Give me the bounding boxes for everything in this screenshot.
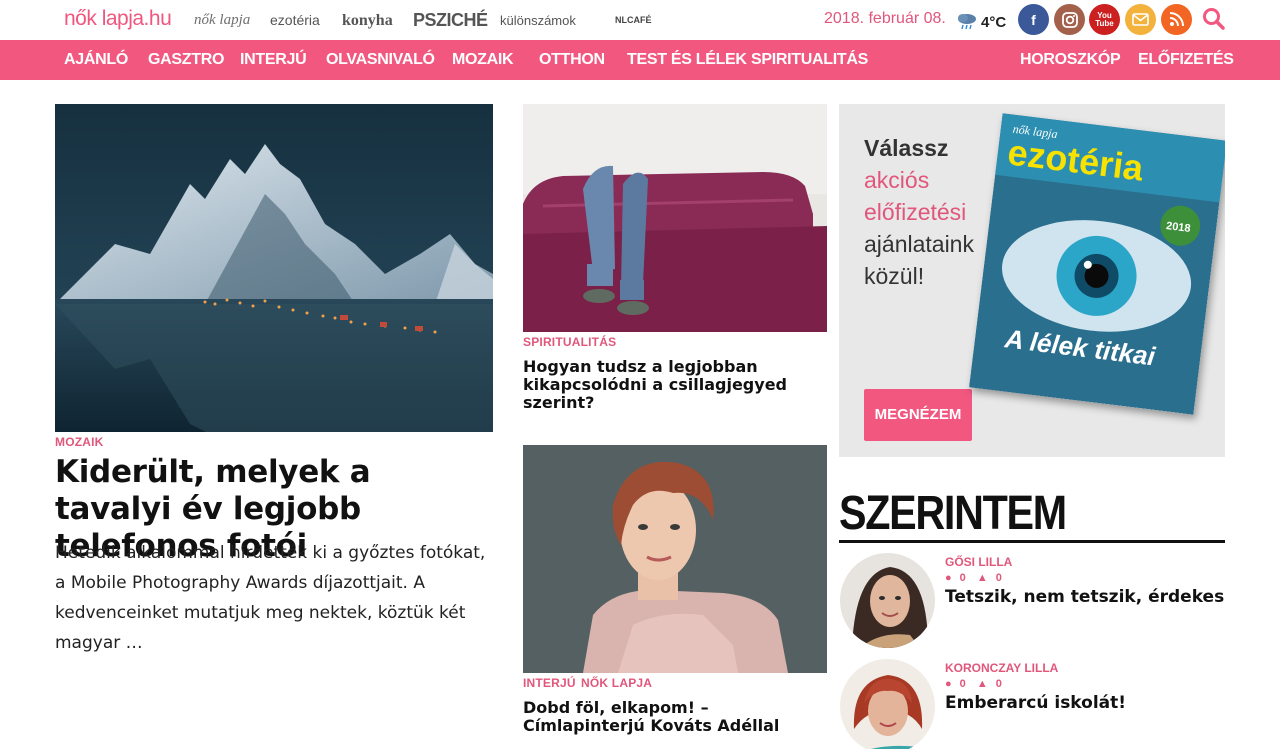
article-title[interactable]: Hogyan tudsz a legjobban kikapcsolódni a… — [523, 358, 823, 412]
opinion-title[interactable]: Tetszik, nem tetszik, érdekes — [945, 587, 1224, 607]
comment-count: 0 — [959, 572, 966, 584]
brand-link-nlcafe[interactable]: NLCAFÉ — [615, 15, 652, 25]
nav-item-gasztro[interactable]: GASZTRO — [148, 40, 224, 80]
instagram-icon[interactable] — [1054, 4, 1085, 35]
brand-link-konyha[interactable]: konyha — [342, 12, 393, 30]
article-category[interactable]: SPIRITUALITÁS — [523, 335, 616, 349]
article-title[interactable]: Dobd föl, elkapom! – Címlapinterjú Kovát… — [523, 699, 823, 735]
nav-item-ajanlo[interactable]: AJÁNLÓ — [64, 40, 128, 80]
brand-link-psziche[interactable]: PSZICHÉ — [413, 10, 488, 31]
article-category[interactable]: INTERJÚ — [523, 676, 576, 690]
magazine-cover-image: nők lapja ezotéria A lélek titkai 2018 — [969, 113, 1225, 415]
brand-link-ezoteria[interactable]: ezotéria — [270, 12, 320, 28]
article-category[interactable]: NŐK LAPJA — [581, 676, 652, 690]
top-brand-bar: nők lapja.hu nők lapja ezotéria konyha P… — [0, 0, 1280, 40]
nav-item-test-es-lelek[interactable]: TEST ÉS LÉLEK — [627, 40, 747, 80]
nav-item-olvasnivalo[interactable]: OLVASNIVALÓ — [326, 40, 435, 80]
opinion-title[interactable]: Emberarcú iskolát! — [945, 693, 1126, 713]
main-navigation: AJÁNLÓ GASZTRO INTERJÚ OLVASNIVALÓ MOZAI… — [0, 40, 1280, 80]
szerintem-heading: SZERINTEM — [839, 487, 1067, 540]
youtube-icon[interactable]: You Tube — [1089, 4, 1120, 35]
temperature: 4°C — [981, 14, 1007, 31]
nav-item-interju[interactable]: INTERJÚ — [240, 40, 307, 80]
nav-item-spiritualitas[interactable]: SPIRITUALITÁS — [751, 40, 868, 80]
comment-count: 0 — [959, 678, 966, 690]
rss-icon[interactable] — [1161, 4, 1192, 35]
search-icon[interactable] — [1201, 6, 1227, 32]
post-stats: ● 0 ▲ 0 — [945, 678, 1010, 690]
brand-link-kulonszamok[interactable]: különszámok — [500, 13, 576, 28]
nav-item-otthon[interactable]: OTTHON — [539, 40, 605, 80]
ad-line-2: akciós előfizetési — [864, 167, 967, 225]
author-name[interactable]: GŐSI LILLA — [945, 555, 1012, 569]
comment-icon: ● — [945, 572, 952, 584]
rain-cloud-icon — [955, 12, 979, 30]
author-name[interactable]: KORONCZAY LILLA — [945, 661, 1058, 675]
nav-item-mozaik[interactable]: MOZAIK — [452, 40, 514, 80]
like-icon: ▲ — [976, 572, 988, 584]
article-image-interju[interactable] — [523, 445, 827, 673]
post-stats: ● 0 ▲ 0 — [945, 572, 1010, 584]
lead-article-excerpt: Hetedik alkalommal hirdették ki a győzte… — [55, 543, 486, 653]
mail-icon[interactable] — [1125, 4, 1156, 35]
subscription-ad[interactable]: Válassz akciós előfizetési ajánlataink k… — [839, 104, 1225, 457]
facebook-icon[interactable]: f — [1018, 4, 1049, 35]
nav-item-elofizetes[interactable]: ELŐFIZETÉS — [1138, 40, 1234, 80]
ad-line-1: Válassz — [864, 135, 949, 161]
section-divider — [839, 540, 1225, 543]
article-image-spiritualitas[interactable] — [523, 104, 827, 332]
weather-widget: 4°C — [955, 9, 1006, 31]
lead-article-category[interactable]: MOZAIK — [55, 435, 104, 449]
like-icon: ▲ — [976, 678, 988, 690]
nav-item-horoszkop[interactable]: HOROSZKÓP — [1020, 40, 1121, 80]
like-count: 0 — [995, 572, 1002, 584]
lead-article-image[interactable] — [55, 104, 493, 432]
comment-icon: ● — [945, 678, 952, 690]
avatar[interactable] — [840, 659, 935, 749]
brand-link-noklapja[interactable]: nők lapja — [194, 12, 250, 29]
megnezem-button[interactable]: MEGNÉZEM — [864, 389, 972, 441]
site-logo[interactable]: nők lapja.hu — [64, 7, 172, 31]
avatar[interactable] — [840, 553, 935, 648]
like-count: 0 — [995, 678, 1002, 690]
current-date: 2018. február 08. — [824, 10, 946, 27]
